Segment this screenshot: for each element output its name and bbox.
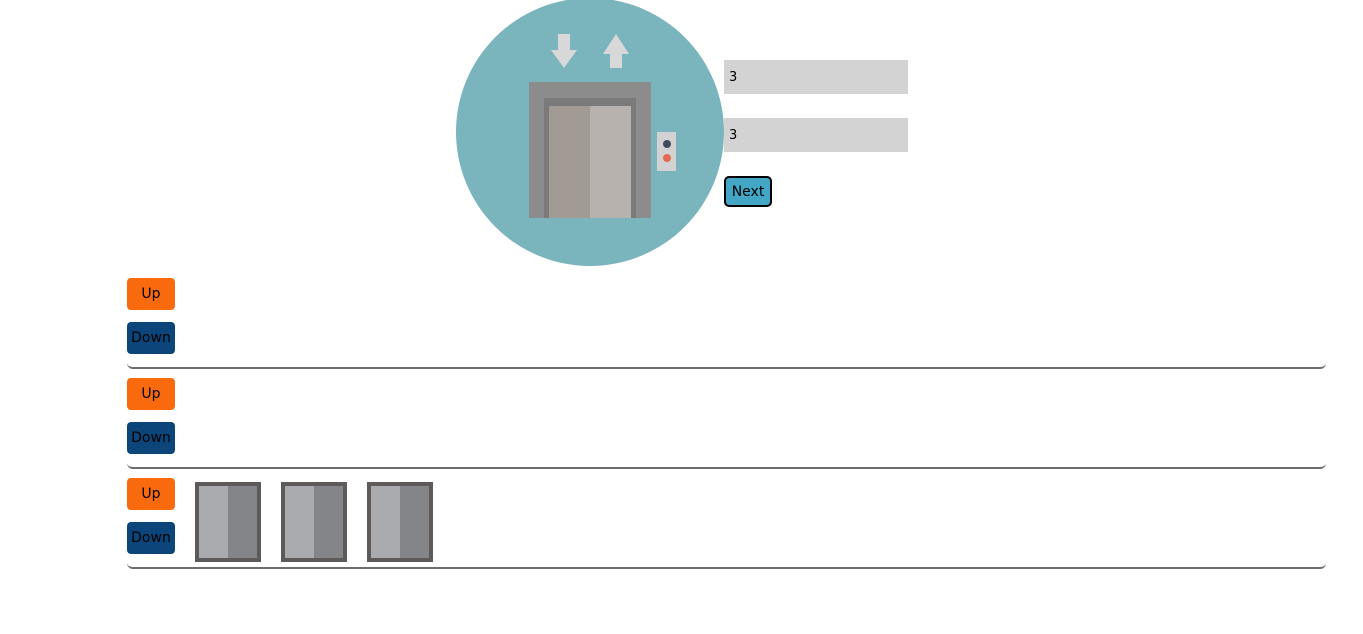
elevator-car <box>195 482 261 562</box>
call-up-button[interactable]: Up <box>127 378 175 410</box>
car-door-left <box>371 486 400 558</box>
floor-row: Up Down <box>127 378 1326 469</box>
elevators-count-input[interactable] <box>724 118 908 152</box>
call-down-button[interactable]: Down <box>127 322 175 354</box>
car-door-right <box>400 486 429 558</box>
elevator-car <box>367 482 433 562</box>
car-door-right <box>314 486 343 558</box>
car-door-left <box>199 486 228 558</box>
call-panel-icon <box>657 132 676 171</box>
call-up-button[interactable]: Up <box>127 478 175 510</box>
floor-row: Up Down <box>127 478 1326 569</box>
car-door-right <box>228 486 257 558</box>
elevator-simulator-page: Next Up Down Up Down Up Down <box>0 0 1363 634</box>
call-down-button[interactable]: Down <box>127 422 175 454</box>
elevator-logo <box>456 0 724 266</box>
elevator-door-right <box>590 106 631 218</box>
car-door-left <box>285 486 314 558</box>
floor-row: Up Down <box>127 278 1326 369</box>
floors-count-input[interactable] <box>724 60 908 94</box>
elevator-door-left <box>549 106 590 218</box>
next-button[interactable]: Next <box>724 176 772 207</box>
call-down-button[interactable]: Down <box>127 522 175 554</box>
elevator-car <box>281 482 347 562</box>
call-up-button[interactable]: Up <box>127 278 175 310</box>
